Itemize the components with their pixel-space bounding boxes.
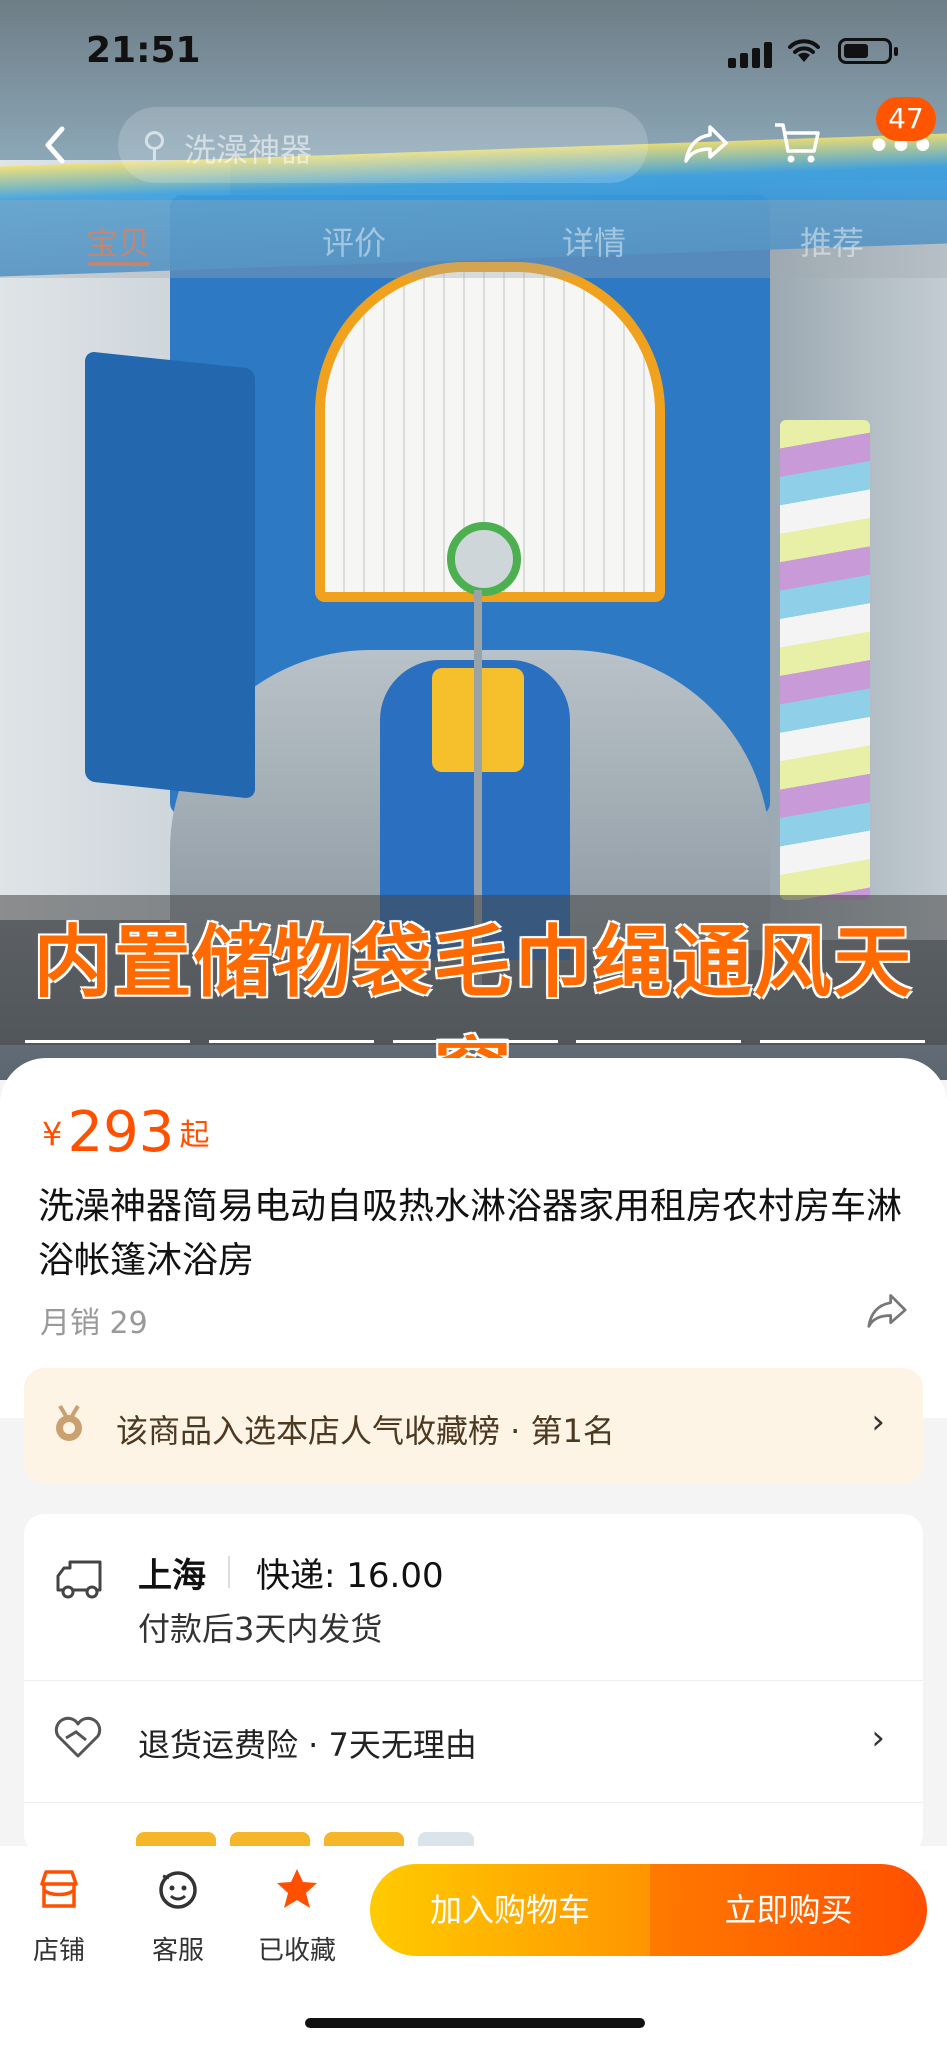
top-nav: ⚲ 洗澡神器 ••• 47 — [0, 97, 947, 185]
tab-details[interactable]: 详情 — [562, 218, 626, 264]
ship-origin: 上海 — [138, 1556, 206, 1596]
divider — [228, 1556, 230, 1588]
store-label: 店铺 — [32, 1936, 85, 1966]
cart-icon[interactable] — [772, 119, 822, 178]
currency-symbol: ¥ — [42, 1115, 63, 1153]
ranking-text: 该商品入选本店人气收藏榜 · 第1名 — [116, 1412, 615, 1450]
cellular-signal-icon — [728, 40, 772, 68]
chat-face-icon — [133, 1866, 223, 1924]
favorite-label: 已收藏 — [257, 1936, 336, 1966]
store-icon — [14, 1866, 104, 1924]
home-indicator — [305, 2018, 645, 2028]
battery-icon — [838, 38, 898, 64]
share-icon[interactable] — [682, 121, 730, 176]
wifi-icon — [786, 34, 822, 72]
hero-caption: 内置储物袋毛巾绳通风天窗 — [33, 918, 914, 1080]
section-tabs: 宝贝 评价 详情 推荐 — [0, 200, 947, 278]
shipping-row[interactable]: 上海 快递: 16.00 付款后3天内发货 — [24, 1514, 923, 1681]
search-icon: ⚲ — [142, 125, 167, 165]
favorite-button[interactable]: 已收藏 — [252, 1866, 342, 1967]
truck-icon — [54, 1556, 104, 1600]
caption-underlines — [25, 1040, 925, 1043]
status-time: 21:51 — [86, 30, 201, 71]
service-row[interactable]: 退货运费险 · 7天无理由 › — [24, 1680, 923, 1803]
message-count-badge: 47 — [876, 97, 936, 141]
shipping-fee: 快递: 16.00 — [256, 1556, 444, 1596]
price-suffix: 起 — [179, 1118, 210, 1153]
star-icon — [252, 1866, 342, 1924]
service-label: 客服 — [151, 1936, 204, 1966]
customer-service-button[interactable]: 客服 — [133, 1866, 223, 1967]
medal-icon — [52, 1404, 86, 1444]
monthly-sales: 月销 29 — [40, 1306, 148, 1341]
delivery-info-panel: 上海 快递: 16.00 付款后3天内发货 退货运费险 · 7天无理由 › — [24, 1514, 923, 1858]
tab-recommend[interactable]: 推荐 — [800, 218, 864, 264]
return-policy-text: 退货运费险 · 7天无理由 — [138, 1726, 477, 1764]
heart-shield-icon — [52, 1716, 104, 1771]
store-button[interactable]: 店铺 — [14, 1866, 104, 1967]
towel — [780, 420, 870, 900]
storage-pocket — [85, 351, 255, 799]
status-bar: 21:51 — [0, 0, 947, 104]
back-arrow-icon[interactable] — [40, 123, 70, 178]
price: ¥ 293 起 — [42, 1100, 209, 1165]
tab-item[interactable]: 宝贝 — [86, 218, 150, 264]
dispatch-time: 付款后3天内发货 — [138, 1610, 383, 1648]
price-value: 293 — [67, 1100, 175, 1165]
add-to-cart-button[interactable]: 加入购物车 — [370, 1864, 650, 1956]
share-icon[interactable] — [864, 1290, 910, 1340]
chevron-right-icon: › — [871, 1718, 885, 1758]
search-input[interactable]: ⚲ 洗澡神器 — [118, 107, 648, 183]
tab-indicator — [88, 262, 150, 266]
showerhead — [447, 522, 521, 596]
chevron-right-icon: › — [871, 1402, 885, 1442]
search-placeholder: 洗澡神器 — [184, 131, 313, 169]
buy-now-button[interactable]: 立即购买 — [650, 1864, 927, 1956]
product-title: 洗澡神器简易电动自吸热水淋浴器家用租房农村房车淋浴帐篷沐浴房 — [38, 1186, 903, 1281]
ranking-banner[interactable]: 该商品入选本店人气收藏榜 · 第1名 › — [24, 1368, 923, 1484]
tab-reviews[interactable]: 评价 — [322, 218, 386, 264]
